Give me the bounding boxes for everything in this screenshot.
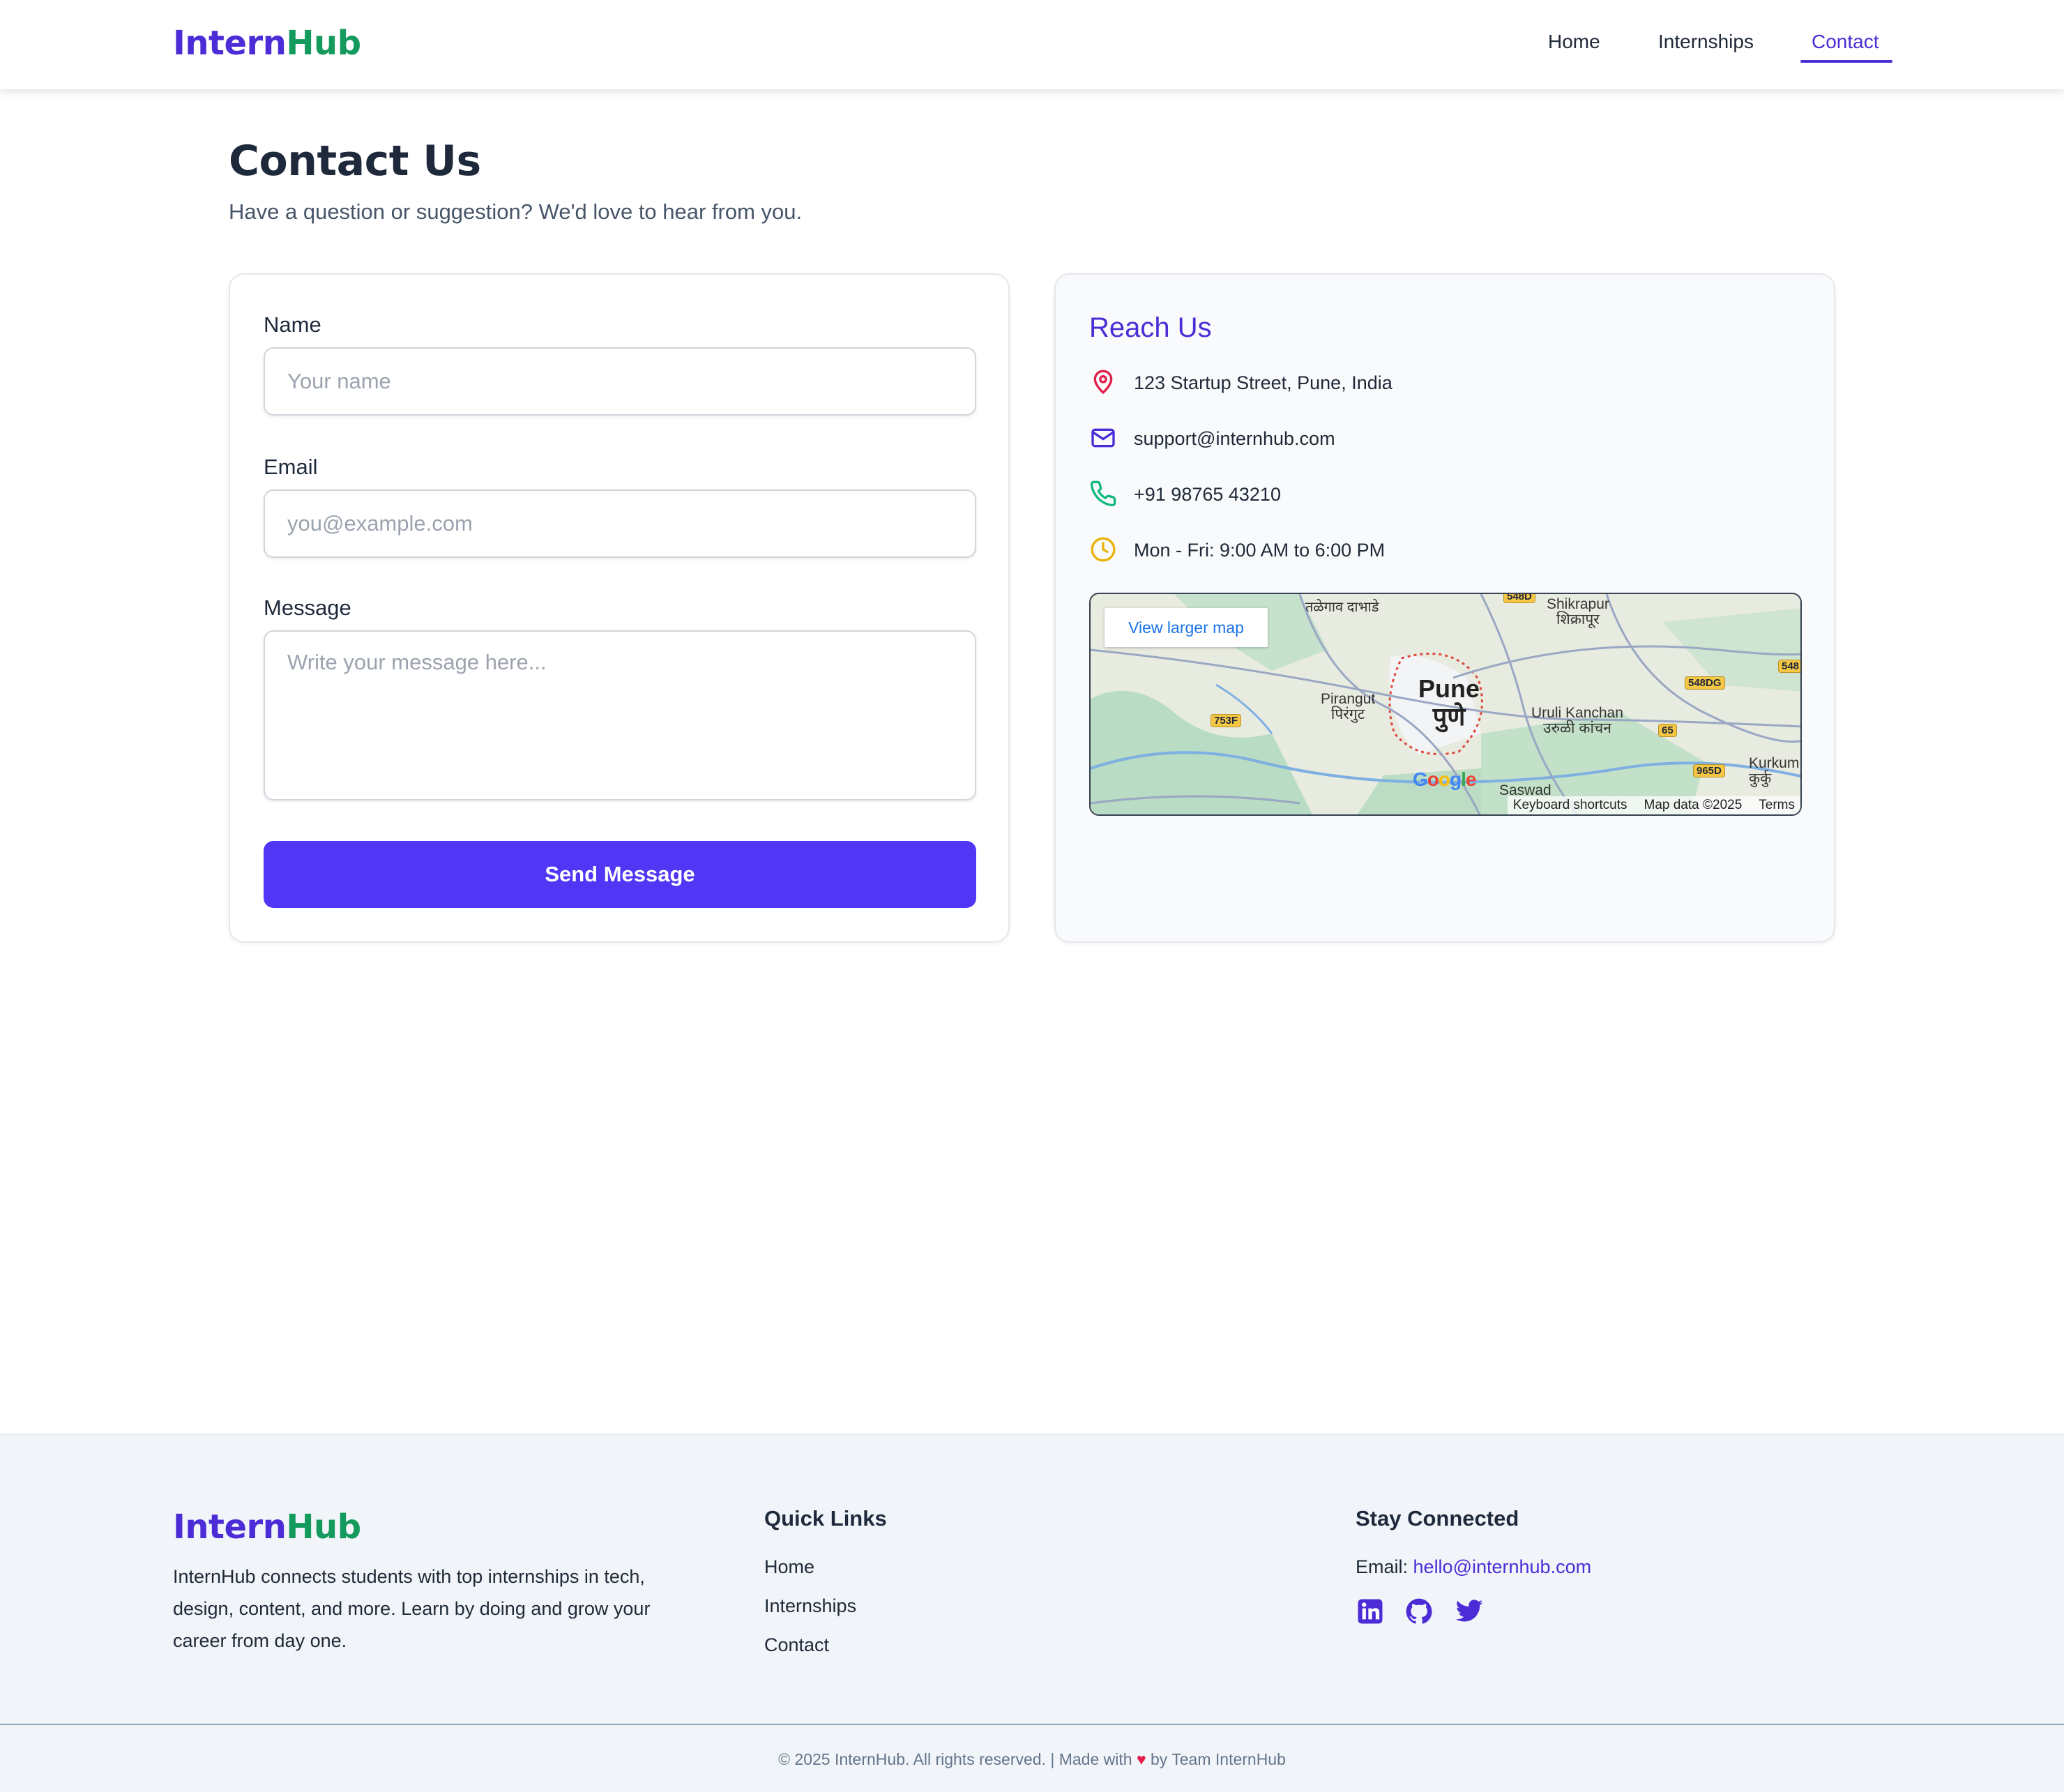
nav-contact-link[interactable]: Contact [1812,31,1879,53]
linkedin-icon[interactable] [1356,1597,1385,1626]
copyright-prefix: © 2025 InternHub. All rights reserved. |… [778,1750,1132,1768]
email-input[interactable]: you@example.com [264,489,976,558]
footer-email-line: Email: hello@internhub.com [1356,1556,1591,1578]
phone-icon [1090,480,1116,507]
road-badge-548d: 548D [1503,594,1535,603]
road-badge-548dg: 548DG [1685,676,1725,690]
mail-icon [1091,428,1115,448]
send-message-button[interactable]: Send Message [264,841,976,908]
heart-icon: ♥ [1136,1750,1146,1768]
map-place-shikrapur: Shikrapur शिक्रापूर [1547,597,1609,628]
map-place-shikrapur-mr: शिक्रापूर [1556,612,1600,628]
road-badge-965d: 965D [1693,764,1725,777]
map-place-talegaon: तळेगाव दाभाडे [1305,600,1379,615]
reach-us-card: Reach Us 123 Startup Street, Pune, India… [1054,273,1835,943]
footer-link-internships[interactable]: Internships [764,1595,856,1617]
github-icon[interactable] [1404,1597,1434,1626]
road-badge-65: 65 [1658,724,1677,737]
logo-text-intern: Intern [173,24,287,63]
contact-form-card: Name Your name Email you@example.com Mes… [229,273,1010,943]
footer-logo-hub: Hub [286,1508,361,1547]
map-place-uruli: Uruli Kanchan उरुळी कांचन [1531,706,1623,736]
site-logo[interactable]: InternHub [173,24,361,63]
hours-text: Mon - Fri: 9:00 AM to 6:00 PM [1134,540,1386,561]
copyright-suffix: by Team InternHub [1150,1750,1286,1768]
support-email-text[interactable]: support@internhub.com [1134,428,1335,450]
address-text: 123 Startup Street, Pune, India [1134,372,1393,393]
map-attribution-bar: Keyboard shortcuts Map data ©2025 Terms [1507,796,1800,814]
embedded-map[interactable]: View larger map तळेगाव दाभाडे Shikrapur श… [1089,593,1802,816]
footer-link-contact[interactable]: Contact [764,1634,829,1656]
site-header: InternHub Home Internships Contact [0,0,2064,89]
map-pin-icon [1093,370,1113,394]
map-place-kurkum-mr: कुर्कु [1749,770,1772,787]
map-city-pune-en: Pune [1418,674,1480,703]
footer-logo-intern: Intern [173,1508,287,1547]
footer-divider [0,1724,2064,1725]
stay-connected-heading: Stay Connected [1356,1506,1519,1531]
logo-text-hub: Hub [286,24,361,63]
map-city-pune: Pune पुणे [1418,675,1480,731]
message-label: Message [264,595,351,620]
map-data-text: Map data ©2025 [1644,798,1743,812]
map-terms-link[interactable]: Terms [1759,796,1795,814]
road-badge-753f: 753F [1211,714,1242,727]
site-footer: InternHub InternHub connects students wi… [0,1434,2064,1792]
map-place-pirangut-mr: पिरंगुट [1330,706,1365,722]
page-title: Contact Us [229,137,481,185]
nav-home-link[interactable]: Home [1548,31,1600,53]
map-place-uruli-mr: उरुळी कांचन [1543,720,1611,736]
map-place-kurkum: Kurkum कुर्कु [1749,756,1799,787]
nav-internships-link[interactable]: Internships [1658,31,1754,53]
name-input[interactable]: Your name [264,347,976,416]
road-badge-548: 548 [1778,660,1800,673]
quick-links-heading: Quick Links [764,1506,887,1531]
email-label: Email [264,455,318,479]
view-larger-map-button[interactable]: View larger map [1105,608,1268,647]
copyright-text: © 2025 InternHub. All rights reserved. |… [0,1750,2064,1769]
footer-email-link[interactable]: hello@internhub.com [1413,1556,1592,1577]
map-place-uruli-en: Uruli Kanchan [1531,705,1623,721]
page-subtitle: Have a question or suggestion? We'd love… [229,199,803,224]
google-logo: Google [1413,768,1476,790]
footer-link-home[interactable]: Home [764,1556,814,1578]
map-place-shikrapur-en: Shikrapur [1547,596,1609,612]
map-keyboard-shortcuts-link[interactable]: Keyboard shortcuts [1513,796,1627,814]
name-label: Name [264,312,321,337]
footer-logo[interactable]: InternHub [173,1508,361,1547]
twitter-icon[interactable] [1455,1597,1484,1626]
footer-description: InternHub connects students with top int… [173,1566,651,1651]
phone-text[interactable]: +91 98765 43210 [1134,484,1281,506]
map-place-kurkum-en: Kurkum [1749,755,1800,771]
footer-email-label: Email: [1356,1556,1409,1577]
map-place-pirangut: Pirangut पिरंगुट [1321,692,1375,722]
reach-us-title: Reach Us [1089,312,1212,343]
map-city-pune-mr: पुणे [1432,702,1466,731]
active-nav-underline [1800,60,1892,63]
clock-icon [1091,537,1116,562]
message-textarea[interactable]: Write your message here... [264,630,976,800]
map-place-pirangut-en: Pirangut [1321,691,1376,707]
